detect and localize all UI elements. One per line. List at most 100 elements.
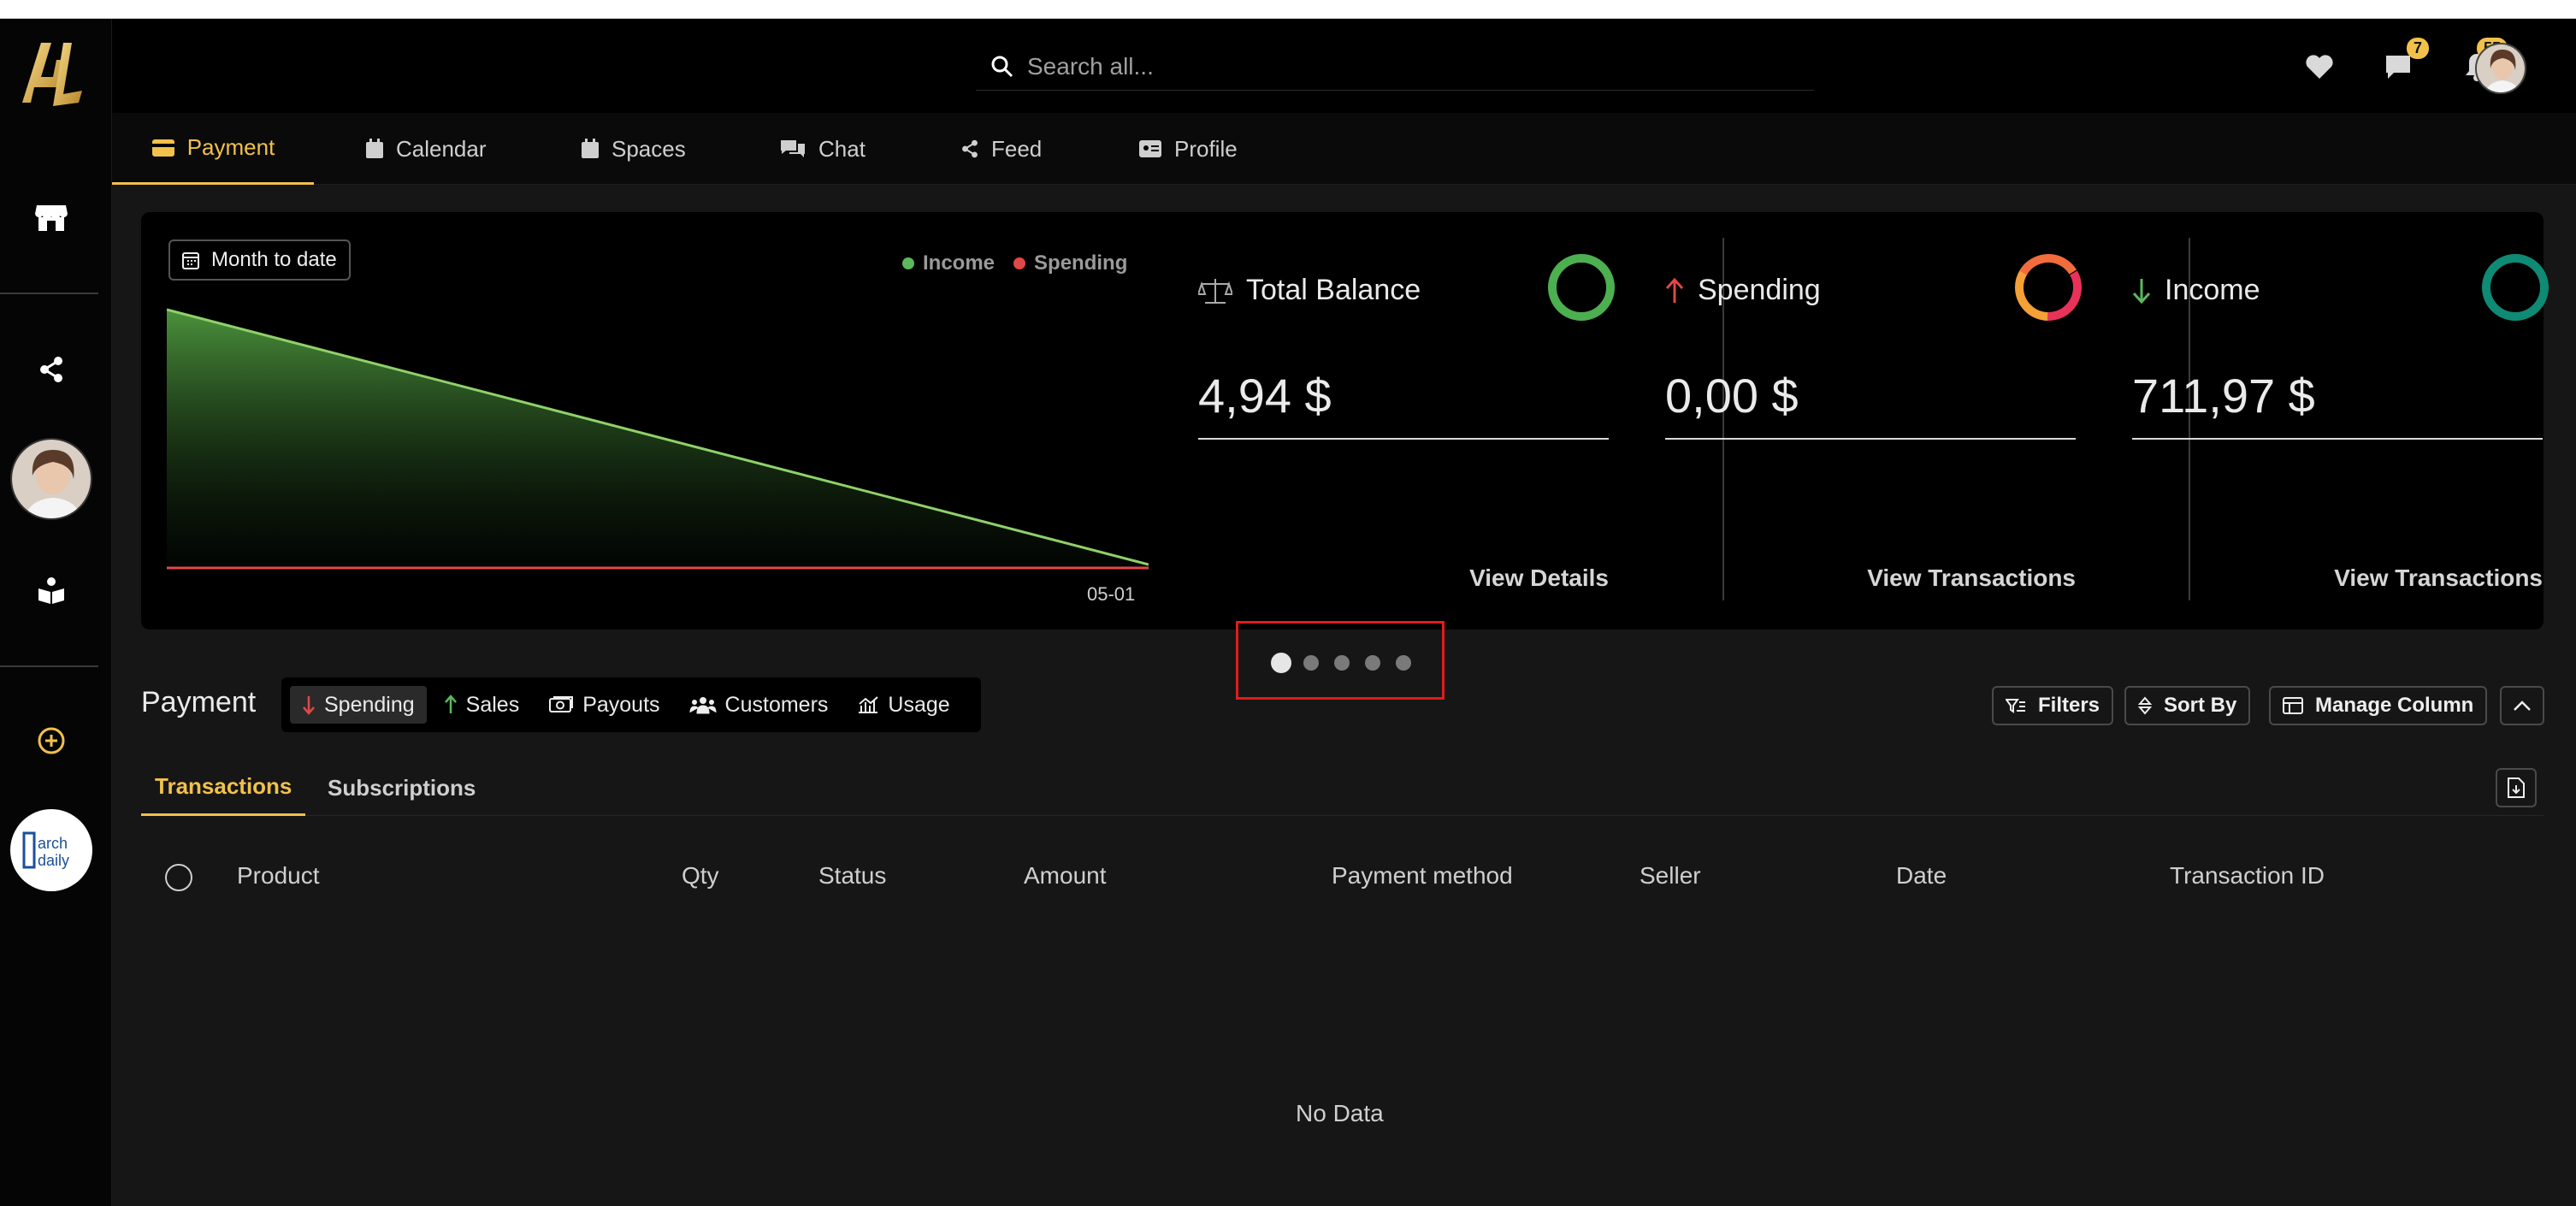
- segment-payouts[interactable]: Payouts: [536, 686, 671, 724]
- top-bar: 7 55: [112, 19, 2576, 113]
- search-input[interactable]: [1027, 52, 1711, 80]
- tab-spaces[interactable]: Spaces: [581, 113, 686, 185]
- income-ring-icon: [2482, 254, 2549, 321]
- stat-amount: 0,00 $: [1665, 369, 1799, 423]
- tab-label: Profile: [1174, 135, 1238, 162]
- archdaily-logo[interactable]: arch daily: [10, 809, 92, 891]
- sidebar: arch daily: [0, 19, 112, 1206]
- messages-badge: 7: [2406, 38, 2429, 59]
- overview-card: Month to date Income Spending 05-01 Tota…: [141, 212, 2549, 630]
- column-header[interactable]: Date: [1896, 862, 1947, 890]
- main-tabs: Payment Calendar Spaces Chat Feed Profil…: [112, 113, 2576, 185]
- segment-usage[interactable]: Usage: [845, 686, 961, 724]
- stat-title: Income: [2165, 274, 2260, 306]
- app-logo[interactable]: [15, 34, 87, 109]
- subtab-subscriptions[interactable]: Subscriptions: [328, 760, 476, 816]
- sort-by-button[interactable]: Sort By: [2124, 686, 2251, 725]
- chevron-up-icon: [2514, 701, 2531, 711]
- tab-label: Feed: [991, 135, 1043, 162]
- spending-card: Spending 0,00 $ View Transactions: [1665, 238, 2118, 597]
- filters-button[interactable]: Filters: [1992, 686, 2114, 725]
- main-content: Month to date Income Spending 05-01 Tota…: [112, 185, 2576, 1206]
- id-card-icon: [1139, 140, 1161, 157]
- segment-sales[interactable]: Sales: [432, 686, 532, 724]
- tab-label: Spaces: [612, 135, 686, 162]
- add-circle-icon[interactable]: [32, 722, 70, 760]
- column-header[interactable]: Product: [237, 862, 320, 890]
- select-all-checkbox[interactable]: [165, 864, 192, 891]
- stat-amount: 711,97 $: [2132, 369, 2315, 423]
- segment-customers[interactable]: Customers: [677, 686, 841, 724]
- column-header[interactable]: Status: [818, 862, 886, 890]
- money-bill-icon: [549, 696, 574, 712]
- chart-legend: Income Spending: [902, 251, 1146, 275]
- column-header[interactable]: Payment method: [1332, 862, 1513, 890]
- segment-label: Customers: [724, 692, 829, 717]
- credit-card-icon: [151, 139, 174, 157]
- carousel-dot[interactable]: [1303, 655, 1319, 671]
- segment-spending[interactable]: Spending: [290, 686, 427, 724]
- legend-dot-spending: [1013, 257, 1026, 269]
- file-export-icon: [2508, 777, 2525, 798]
- carousel-dot[interactable]: [1396, 655, 1411, 671]
- total-balance-card: Total Balance 4,94 $ View Details: [1198, 238, 1651, 597]
- tab-chat[interactable]: Chat: [779, 113, 866, 185]
- sidebar-avatar[interactable]: [10, 438, 92, 520]
- subtab-label: Transactions: [155, 773, 292, 799]
- carousel-dot[interactable]: [1271, 653, 1291, 673]
- export-button[interactable]: [2496, 768, 2537, 807]
- stat-underline: [2132, 438, 2543, 440]
- calendar-icon: [366, 139, 383, 158]
- manage-column-button[interactable]: Manage Column: [2269, 686, 2488, 725]
- share-icon[interactable]: [32, 351, 70, 388]
- chat-bubble-icon[interactable]: 7: [2379, 38, 2429, 86]
- view-transactions-link[interactable]: View Transactions: [1867, 565, 2076, 592]
- tab-label: Calendar: [396, 135, 487, 162]
- period-selector-button[interactable]: Month to date: [168, 239, 351, 281]
- user-avatar[interactable]: [2475, 43, 2526, 94]
- stat-underline: [1665, 438, 2076, 440]
- arrow-down-icon: [2132, 278, 2151, 304]
- share-icon: [962, 139, 978, 158]
- search-bar[interactable]: [976, 43, 1814, 91]
- tab-payment[interactable]: Payment: [112, 113, 314, 185]
- chart-line-icon: [859, 696, 879, 713]
- columns-icon: [2283, 697, 2303, 714]
- tab-calendar[interactable]: Calendar: [365, 113, 487, 185]
- view-details-link[interactable]: View Details: [1469, 565, 1609, 592]
- heart-icon[interactable]: [2301, 48, 2338, 86]
- carousel-dot[interactable]: [1334, 655, 1350, 671]
- tab-feed[interactable]: Feed: [960, 113, 1042, 185]
- section-title: Payment: [141, 686, 257, 718]
- book-reader-icon[interactable]: [32, 571, 70, 609]
- tab-label: Chat: [818, 135, 866, 162]
- users-icon: [689, 697, 717, 714]
- legend-income: Income: [923, 251, 996, 275]
- segment-label: Spending: [324, 692, 415, 717]
- payment-subtabs: Transactions Subscriptions: [141, 760, 2544, 816]
- spending-ring-icon: [2015, 254, 2082, 321]
- legend-spending: Spending: [1034, 251, 1128, 275]
- tab-profile[interactable]: Profile: [1138, 113, 1238, 185]
- calendar-icon: [182, 252, 199, 269]
- column-header[interactable]: Amount: [1024, 862, 1107, 890]
- collapse-button[interactable]: [2500, 686, 2544, 725]
- manage-column-label: Manage Column: [2315, 694, 2474, 717]
- period-label: Month to date: [211, 248, 337, 271]
- tab-label: Payment: [186, 134, 275, 160]
- calendar-icon: [582, 139, 599, 158]
- column-header[interactable]: Seller: [1640, 862, 1701, 890]
- arrow-up-icon: [444, 695, 457, 713]
- carousel-dot[interactable]: [1365, 655, 1380, 671]
- balance-area-chart: [167, 308, 1149, 570]
- sort-icon: [2138, 696, 2152, 715]
- segment-label: Sales: [465, 692, 520, 717]
- filters-label: Filters: [2038, 694, 2100, 717]
- column-header[interactable]: Transaction ID: [2170, 862, 2325, 890]
- stat-underline: [1198, 438, 1609, 440]
- store-icon[interactable]: [32, 198, 70, 236]
- payment-segment-control: Spending Sales Payouts Customers Usage: [281, 677, 981, 732]
- column-header[interactable]: Qty: [682, 862, 719, 890]
- subtab-transactions[interactable]: Transactions: [141, 760, 306, 816]
- view-transactions-link[interactable]: View Transactions: [2334, 565, 2543, 592]
